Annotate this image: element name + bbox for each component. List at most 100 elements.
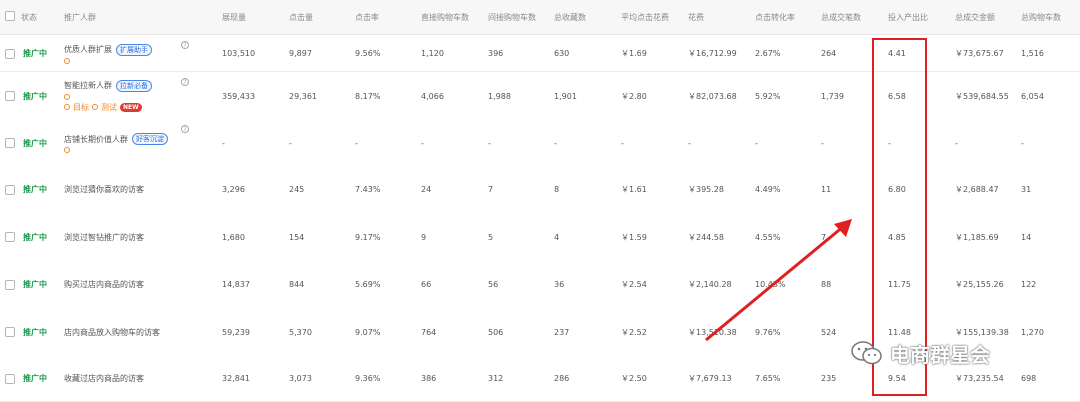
header-favorites[interactable]: 总收藏数 [554, 0, 586, 34]
cell-orders: 88 [821, 280, 832, 289]
target-icon [64, 57, 70, 64]
header-spend[interactable]: 花费 [688, 0, 704, 34]
header-ctr[interactable]: 点击率 [355, 0, 379, 34]
audience-cell: 浏览过智钻推广的访客 [64, 213, 144, 261]
header-orders[interactable]: 总成交笔数 [821, 0, 861, 34]
cell-gmv: ￥25,155.26 [955, 280, 1004, 289]
audience-name: 店内商品放入购物车的访客 [64, 327, 160, 337]
cell-favorites: 36 [554, 280, 565, 289]
cell-cvr: 7.65% [755, 374, 781, 383]
help-icon[interactable]: ? [181, 125, 189, 133]
cell-cvr: 9.76% [755, 327, 781, 337]
status-text[interactable]: 推广中 [23, 213, 47, 261]
status-text[interactable]: 推广中 [23, 120, 47, 166]
cell-impressions: 359,433 [222, 91, 256, 101]
cell-avg-cpc: ￥1.61 [621, 185, 647, 194]
cell-indirect-cart: 56 [488, 280, 499, 289]
cell-avg-cpc: ￥1.59 [621, 232, 647, 242]
table-header: 状态 推广人群 展现量 点击量 点击率 直接购物车数 间接购物车数 总收藏数 平… [0, 0, 1080, 35]
audience-name: 浏览过猜你喜欢的访客 [64, 185, 144, 194]
cell-direct-cart: - [421, 138, 424, 148]
cell-spend: ￥13,510.38 [688, 327, 737, 337]
audience-name: 优质人群扩展 [64, 45, 112, 54]
cell-direct-cart: 1,120 [421, 49, 444, 58]
cell-impressions: 103,510 [222, 49, 256, 58]
audience-name: 店铺长期价值人群 [64, 134, 128, 144]
help-icon[interactable]: ? [181, 78, 189, 86]
cell-impressions: 59,239 [222, 327, 250, 337]
row-checkbox[interactable] [5, 327, 15, 337]
audience-cell: 优质人群扩展 扩展助手 [64, 36, 152, 71]
cell-clicks: 5,370 [289, 327, 312, 337]
audience-cell: 购买过店内商品的访客 [64, 261, 144, 308]
header-avg-cpc[interactable]: 平均点击花费 [621, 0, 669, 34]
header-audience[interactable]: 推广人群 [64, 0, 96, 34]
status-text[interactable]: 推广中 [23, 308, 47, 356]
select-all-checkbox[interactable] [5, 11, 15, 21]
target-label[interactable]: 目标 [73, 102, 89, 113]
audience-tag: 好客沉淀 [132, 133, 168, 145]
header-clicks[interactable]: 点击量 [289, 0, 313, 34]
test-label[interactable]: 测试 [101, 102, 117, 113]
cell-spend: ￥82,073.68 [688, 91, 737, 101]
cell-clicks: 844 [289, 280, 305, 289]
cell-spend: ￥395.28 [688, 185, 724, 194]
header-status[interactable]: 状态 [21, 0, 37, 34]
cell-roi: 11.75 [888, 280, 911, 289]
row-checkbox[interactable] [5, 232, 15, 242]
cell-clicks: - [289, 138, 292, 148]
audience-cell: 收藏过店内商品的访客 [64, 356, 144, 401]
table-row: 推广中 智能拉新人群 拉新必备 目标 测试 NEW? 359,433 29,361 8.17% 4… [0, 72, 1080, 121]
audience-cell: 店内商品放入购物车的访客 [64, 308, 160, 356]
cell-indirect-cart: 7 [488, 185, 494, 194]
header-gmv[interactable]: 总成交金额 [955, 0, 995, 34]
header-cvr[interactable]: 点击转化率 [755, 0, 795, 34]
row-checkbox[interactable] [5, 138, 15, 148]
cell-roi: 6.80 [888, 185, 906, 194]
cell-total-cart: 122 [1021, 280, 1037, 289]
status-text[interactable]: 推广中 [23, 72, 47, 120]
help-icon[interactable]: ? [181, 41, 189, 49]
cell-direct-cart: 386 [421, 374, 437, 383]
cell-ctr: 9.07% [355, 327, 381, 337]
cell-direct-cart: 9 [421, 232, 427, 242]
header-indirect-cart[interactable]: 间接购物车数 [488, 0, 536, 34]
target-icon [64, 93, 70, 100]
cell-orders: 235 [821, 374, 837, 383]
cell-favorites: 630 [554, 49, 570, 58]
cell-indirect-cart: 5 [488, 232, 494, 242]
status-text[interactable]: 推广中 [23, 166, 47, 213]
row-checkbox[interactable] [5, 91, 15, 101]
audience-tag: 扩展助手 [116, 43, 152, 56]
cell-spend: ￥2,140.28 [688, 280, 732, 289]
cell-avg-cpc: ￥2.52 [621, 327, 647, 337]
cell-orders: 264 [821, 49, 837, 58]
cell-ctr: 5.69% [355, 280, 381, 289]
cell-total-cart: 698 [1021, 374, 1037, 383]
header-total-cart[interactable]: 总购物车数 [1021, 0, 1061, 34]
row-checkbox[interactable] [5, 279, 15, 290]
audience-name: 智能拉新人群 [64, 81, 112, 90]
cell-favorites: 4 [554, 232, 560, 242]
audience-name: 购买过店内商品的访客 [64, 280, 144, 289]
status-text[interactable]: 推广中 [23, 36, 47, 71]
status-text[interactable]: 推广中 [23, 356, 47, 401]
row-checkbox[interactable] [5, 373, 15, 384]
header-direct-cart[interactable]: 直接购物车数 [421, 0, 469, 34]
status-text[interactable]: 推广中 [23, 261, 47, 308]
row-checkbox[interactable] [5, 48, 15, 59]
row-checkbox[interactable] [5, 184, 15, 195]
new-badge: NEW [120, 102, 142, 112]
cell-indirect-cart: 312 [488, 374, 504, 383]
cell-ctr: - [355, 138, 358, 148]
cell-avg-cpc: ￥2.50 [621, 374, 647, 383]
cell-clicks: 154 [289, 232, 305, 242]
cell-gmv: - [955, 138, 958, 148]
cell-cvr: 4.55% [755, 232, 781, 242]
header-roi[interactable]: 投入产出比 [888, 0, 928, 34]
header-impressions[interactable]: 展现量 [222, 0, 246, 34]
cell-ctr: 8.17% [355, 91, 381, 101]
cell-gmv: ￥1,185.69 [955, 232, 999, 242]
target-icon [64, 104, 70, 110]
cell-ctr: 9.36% [355, 374, 381, 383]
